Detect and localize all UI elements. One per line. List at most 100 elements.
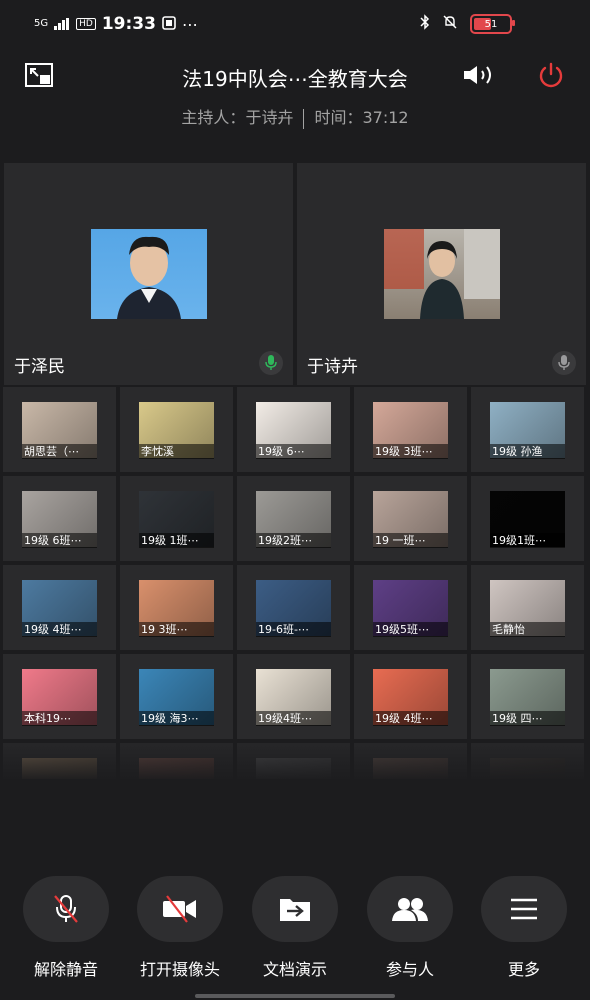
battery-level: 51 bbox=[484, 18, 498, 30]
participant-name: 19级 孙渔 bbox=[490, 444, 565, 459]
meeting-title: 法19中队会⋯全教育大会 bbox=[182, 67, 408, 91]
speaker-name: 于泽民 bbox=[14, 357, 65, 377]
more-circle[interactable] bbox=[481, 876, 567, 942]
more-label: 更多 bbox=[507, 960, 540, 979]
elapsed-time: 37:12 bbox=[362, 108, 409, 127]
home-indicator[interactable] bbox=[195, 994, 395, 998]
avatar bbox=[117, 236, 181, 319]
camera-button[interactable]: 打开摄像头 bbox=[122, 876, 238, 980]
signal-bars-icon bbox=[54, 15, 70, 34]
speaker-tile[interactable]: 于泽民 bbox=[4, 163, 293, 385]
status-right: 51 bbox=[420, 14, 515, 34]
participant-tile[interactable]: 19级 3班⋯ bbox=[354, 387, 467, 472]
participant-tile[interactable]: 19-6班-⋯ bbox=[237, 565, 350, 650]
more-button[interactable]: 更多 bbox=[466, 876, 582, 980]
host-label: 主持人： bbox=[181, 108, 246, 127]
participant-name: 19级 6⋯ bbox=[256, 444, 331, 459]
participants-button[interactable]: 参与人 bbox=[352, 876, 468, 980]
participant-name: 19级2班⋯ bbox=[256, 533, 331, 548]
share-document-button[interactable]: 文档演示 bbox=[237, 876, 353, 980]
speaker-name: 于诗卉 bbox=[307, 357, 358, 377]
leave-meeting-button[interactable] bbox=[536, 62, 566, 88]
participant-tile[interactable]: 19级 4班⋯ bbox=[3, 565, 116, 650]
participant-tile[interactable]: 19 3班⋯ bbox=[120, 565, 233, 650]
participant-tile[interactable]: 19级5班⋯ bbox=[354, 565, 467, 650]
participants-circle[interactable] bbox=[367, 876, 453, 942]
participant-name: 19级5班⋯ bbox=[373, 622, 448, 637]
participant-tile[interactable]: 19级 4班⋯ bbox=[354, 654, 467, 739]
share-document-icon bbox=[280, 899, 310, 921]
unmute-circle[interactable] bbox=[23, 876, 109, 942]
participant-tile[interactable]: 胡思芸（⋯ bbox=[3, 387, 116, 472]
participant-name: 19级 4班⋯ bbox=[22, 622, 97, 637]
battery-icon: 51 bbox=[470, 14, 515, 34]
signal-indicator: 5G bbox=[34, 18, 49, 29]
participant-tile[interactable]: 19级4班⋯ bbox=[237, 654, 350, 739]
participant-name: 19-6班-⋯ bbox=[256, 622, 331, 637]
participants-label: 参与人 bbox=[385, 960, 434, 979]
participant-tile[interactable]: 李忱溪 bbox=[120, 387, 233, 472]
participant-tile[interactable]: 本科19⋯ bbox=[3, 654, 116, 739]
participant-tile[interactable]: 19级2班⋯ bbox=[237, 476, 350, 561]
participant-name: 胡思芸（⋯ bbox=[22, 444, 97, 459]
status-left: 5G HD 19:33 ⋯ bbox=[34, 14, 198, 34]
mute-bell-icon bbox=[442, 14, 458, 34]
unmute-button[interactable]: 解除静音 bbox=[8, 876, 124, 980]
meeting-info: 主持人：于诗卉 时间：37:12 bbox=[0, 104, 590, 129]
participant-tile[interactable]: 19级 6⋯ bbox=[237, 387, 350, 472]
participant-name: 李忱溪 bbox=[139, 444, 214, 459]
participant-grid: 胡思芸（⋯ 李忱溪 19级 6⋯ 19级 3班⋯ 19级 孙渔 19级 6班⋯ 19级 1班… bbox=[3, 387, 587, 779]
speaker-panel: 于泽民 于诗卉 bbox=[4, 163, 586, 385]
status-more: ⋯ bbox=[181, 14, 198, 34]
power-icon bbox=[539, 62, 563, 88]
speaker-video bbox=[91, 229, 207, 319]
participant-tile[interactable]: 19级 孙渔 bbox=[471, 387, 584, 472]
control-bar: 解除静音 打开摄像头 文档演示 参与人 更多 bbox=[0, 876, 590, 986]
participant-name: 19级 四⋯ bbox=[490, 711, 565, 726]
mic-icon bbox=[558, 355, 570, 370]
participant-name: 19级1班⋯ bbox=[490, 533, 565, 548]
share-document-label: 文档演示 bbox=[262, 960, 327, 979]
host-name: 于诗卉 bbox=[245, 108, 294, 127]
meeting-header: 法19中队会⋯全教育大会 bbox=[0, 52, 590, 98]
participant-tile[interactable]: 19级 1班⋯ bbox=[120, 476, 233, 561]
participant-name: 19 3班⋯ bbox=[139, 622, 214, 637]
avatar bbox=[384, 229, 500, 319]
info-divider bbox=[303, 108, 305, 129]
mic-muted-icon bbox=[54, 895, 78, 923]
speaker-mic-status bbox=[552, 351, 576, 375]
participant-name: 19级 6班⋯ bbox=[22, 533, 97, 548]
participant-tile[interactable]: 19级 海3⋯ bbox=[120, 654, 233, 739]
participant-tile[interactable]: 毛静怡 bbox=[471, 565, 584, 650]
camera-label: 打开摄像头 bbox=[139, 960, 220, 979]
mic-icon bbox=[265, 355, 277, 370]
minimize-window-button[interactable] bbox=[24, 62, 54, 88]
speaker-mic-status bbox=[259, 351, 283, 375]
share-circle[interactable] bbox=[252, 876, 338, 942]
unmute-label: 解除静音 bbox=[33, 960, 98, 979]
participant-name: 本科19⋯ bbox=[22, 711, 97, 726]
participant-tile[interactable]: 19 一班⋯ bbox=[354, 476, 467, 561]
speaker-icon bbox=[464, 66, 491, 84]
hd-badge: HD bbox=[76, 18, 96, 30]
speaker-video bbox=[384, 229, 500, 319]
camera-circle[interactable] bbox=[137, 876, 223, 942]
participant-name: 19级4班⋯ bbox=[256, 711, 331, 726]
minimize-window-icon bbox=[25, 63, 53, 87]
status-bar: 5G HD 19:33 ⋯ 51 bbox=[0, 0, 590, 48]
participant-tile[interactable]: 19级 四⋯ bbox=[471, 654, 584, 739]
speaker-toggle-button[interactable] bbox=[462, 62, 498, 88]
bluetooth-icon bbox=[420, 14, 430, 34]
participant-name: 19级 4班⋯ bbox=[373, 711, 448, 726]
notification-icon bbox=[162, 15, 176, 34]
speaker-tile[interactable]: 于诗卉 bbox=[297, 163, 586, 385]
participant-tile[interactable]: 19级1班⋯ bbox=[471, 476, 584, 561]
grid-fade bbox=[0, 740, 590, 782]
camera-off-icon bbox=[163, 895, 196, 923]
participant-tile[interactable]: 19级 6班⋯ bbox=[3, 476, 116, 561]
menu-icon bbox=[511, 898, 537, 920]
time-label: 时间： bbox=[314, 108, 363, 127]
participant-name: 19 一班⋯ bbox=[373, 533, 448, 548]
participants-icon bbox=[392, 898, 428, 921]
participant-name: 19级 1班⋯ bbox=[139, 533, 214, 548]
